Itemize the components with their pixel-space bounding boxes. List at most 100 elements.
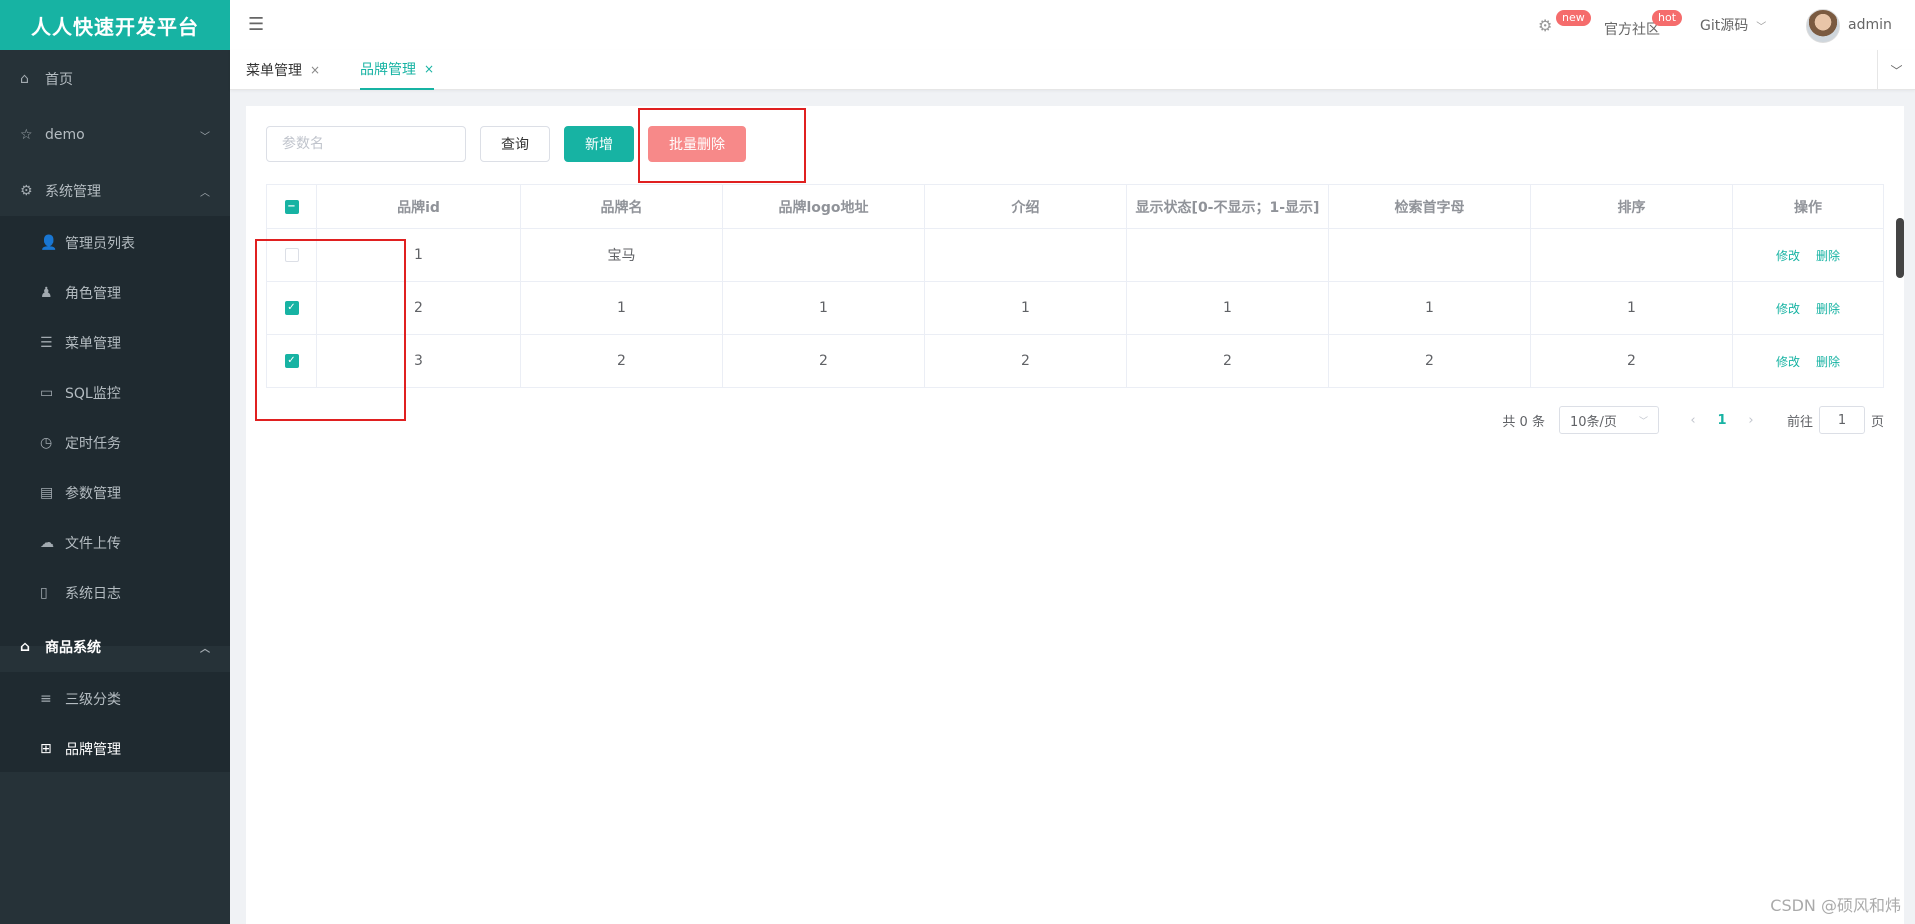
sidebar-item-admins[interactable]: 👤 管理员列表 (0, 218, 230, 268)
chevron-down-icon: ﹀ (200, 131, 210, 143)
git-source-dropdown[interactable]: Git源码 ﹀ (1700, 0, 1766, 50)
sidebar-item-roles[interactable]: ♟ 角色管理 (0, 268, 230, 318)
table-cell: 1 (1531, 282, 1733, 334)
close-icon[interactable]: × (424, 62, 434, 76)
sidebar-item-label: 菜单管理 (65, 336, 121, 352)
delete-link[interactable]: 删除 (1816, 300, 1840, 317)
chevron-up-icon: ︿ (200, 187, 210, 199)
sidebar-item-params[interactable]: ▤ 参数管理 (0, 468, 230, 518)
delete-link[interactable]: 删除 (1816, 247, 1840, 264)
table-cell (1127, 229, 1329, 281)
sidebar-item-system[interactable]: ⚙ 系统管理 ︿ (0, 166, 230, 216)
column-header[interactable]: 品牌id (317, 185, 521, 228)
table-row: ✓ 3 2 2 2 2 2 2 修改 删除 (267, 335, 1883, 388)
add-button[interactable]: 新增 (564, 126, 634, 162)
watermark: CSDN @硕风和炜 (1770, 896, 1901, 915)
edit-link[interactable]: 修改 (1776, 300, 1800, 317)
sidebar-item-label: 参数管理 (65, 486, 121, 502)
total-count: 共 0 条 (1502, 414, 1545, 430)
chevron-down-icon: ﹀ (1638, 416, 1648, 427)
document-settings-icon: ▤ (40, 485, 54, 501)
sidebar-item-label: 三级分类 (65, 692, 121, 708)
query-button[interactable]: 查询 (480, 126, 550, 162)
home-icon: ⌂ (20, 639, 31, 655)
document-icon: ▯ (40, 585, 48, 601)
grid-icon: ⊞ (40, 741, 52, 757)
sidebar-item-label: 首页 (45, 72, 73, 88)
goto-prefix: 前往 (1786, 414, 1813, 430)
new-badge: new (1556, 10, 1591, 26)
sidebar-item-label: 商品系统 (45, 640, 101, 656)
star-icon: ☆ (20, 127, 33, 143)
annotation-box (255, 239, 406, 421)
gear-icon: ⚙ (20, 183, 33, 199)
edit-link[interactable]: 修改 (1776, 247, 1800, 264)
sidebar-item-brand[interactable]: ⊞ 品牌管理 (0, 724, 230, 774)
sidebar-item-label: 品牌管理 (65, 742, 121, 758)
search-input[interactable] (266, 126, 466, 162)
goto-suffix: 页 (1870, 414, 1884, 430)
role-icon: ♟ (40, 285, 53, 301)
sidebar-item-product-system[interactable]: ⌂ 商品系统 ︿ (0, 622, 230, 672)
sidebar-item-logs[interactable]: ▯ 系统日志 (0, 568, 230, 618)
clock-icon: ◷ (40, 435, 53, 451)
tab-label: 品牌管理 (360, 62, 416, 78)
community-link[interactable]: 官方社区 (1604, 4, 1660, 54)
next-page-icon[interactable]: › (1737, 413, 1765, 428)
sidebar-item-label: 管理员列表 (65, 236, 135, 252)
settings-button[interactable]: ⚙ (1538, 0, 1552, 50)
delete-link[interactable]: 删除 (1816, 353, 1840, 370)
operations-cell: 修改 删除 (1733, 335, 1883, 387)
avatar[interactable] (1806, 9, 1840, 43)
column-header[interactable]: 检索首字母 (1329, 185, 1531, 228)
sidebar-item-demo[interactable]: ☆ demo ﹀ (0, 110, 230, 160)
table-cell: 宝马 (521, 229, 723, 281)
git-label: Git源码 (1700, 18, 1749, 34)
sidebar-item-label: 文件上传 (65, 536, 121, 552)
sidebar-item-upload[interactable]: ☁ 文件上传 (0, 518, 230, 568)
page-size-value: 10条/页 (1569, 414, 1617, 430)
sidebar-item-jobs[interactable]: ◷ 定时任务 (0, 418, 230, 468)
sql-icon: ▭ (40, 385, 54, 401)
user-icon: 👤 (40, 235, 58, 251)
sidebar-item-label: 定时任务 (65, 436, 121, 452)
goto-page-input[interactable]: 1 (1818, 406, 1865, 434)
sidebar-item-label: 角色管理 (65, 286, 121, 302)
close-icon[interactable]: × (310, 63, 320, 77)
table-cell: 1 (723, 282, 925, 334)
table-row: 1 宝马 修改 删除 (267, 229, 1883, 282)
edit-link[interactable]: 修改 (1776, 353, 1800, 370)
sidebar-item-menus[interactable]: ☰ 菜单管理 (0, 318, 230, 368)
tab-menu-management[interactable]: 菜单管理 × (246, 50, 320, 90)
column-header[interactable]: 品牌logo地址 (723, 185, 925, 228)
annotation-box (638, 108, 806, 183)
sidebar-item-home[interactable]: ⌂ 首页 (0, 54, 230, 104)
prev-page-icon[interactable]: ‹ (1679, 413, 1707, 428)
tab-options-chevron-down-icon[interactable]: ﹀ (1877, 50, 1915, 90)
sidebar-item-category[interactable]: ≡ 三级分类 (0, 674, 230, 724)
page-number[interactable]: 1 (1707, 413, 1737, 428)
column-header[interactable]: 排序 (1531, 185, 1733, 228)
hamburger-menu-icon[interactable]: ☰ (248, 13, 268, 37)
sidebar-item-sql-monitor[interactable]: ▭ SQL监控 (0, 368, 230, 418)
column-header[interactable]: 介绍 (925, 185, 1127, 228)
column-header[interactable]: 显示状态[0-不显示；1-显示] (1127, 185, 1329, 228)
column-header[interactable]: 品牌名 (521, 185, 723, 228)
table-cell: 1 (1127, 282, 1329, 334)
table-cell: 2 (723, 335, 925, 387)
operations-cell: 修改 删除 (1733, 282, 1883, 334)
user-name[interactable]: admin (1848, 0, 1892, 50)
app-logo[interactable]: 人人快速开发平台 (0, 0, 230, 50)
table-cell: 2 (521, 335, 723, 387)
table-row: ✓ 2 1 1 1 1 1 1 修改 删除 (267, 282, 1883, 335)
sidebar: ⌂ 首页 ☆ demo ﹀ ⚙ 系统管理 ︿ 👤 管理员列表 ♟ 角色管理 ☰ … (0, 50, 230, 924)
page-size-select[interactable]: 10条/页 ﹀ (1558, 406, 1659, 434)
chevron-down-icon: ﹀ (1756, 21, 1767, 33)
hot-badge: hot (1652, 10, 1683, 26)
tab-brand-management[interactable]: 品牌管理 × (360, 50, 435, 90)
select-all-checkbox[interactable]: − (284, 199, 299, 214)
scrollbar[interactable] (1896, 218, 1904, 278)
main-content: 查询 新增 批量删除 − 品牌id 品牌名 品牌logo地址 介绍 显示状态[0… (246, 106, 1904, 924)
gear-icon: ⚙ (1538, 15, 1553, 35)
home-icon: ⌂ (20, 71, 29, 87)
